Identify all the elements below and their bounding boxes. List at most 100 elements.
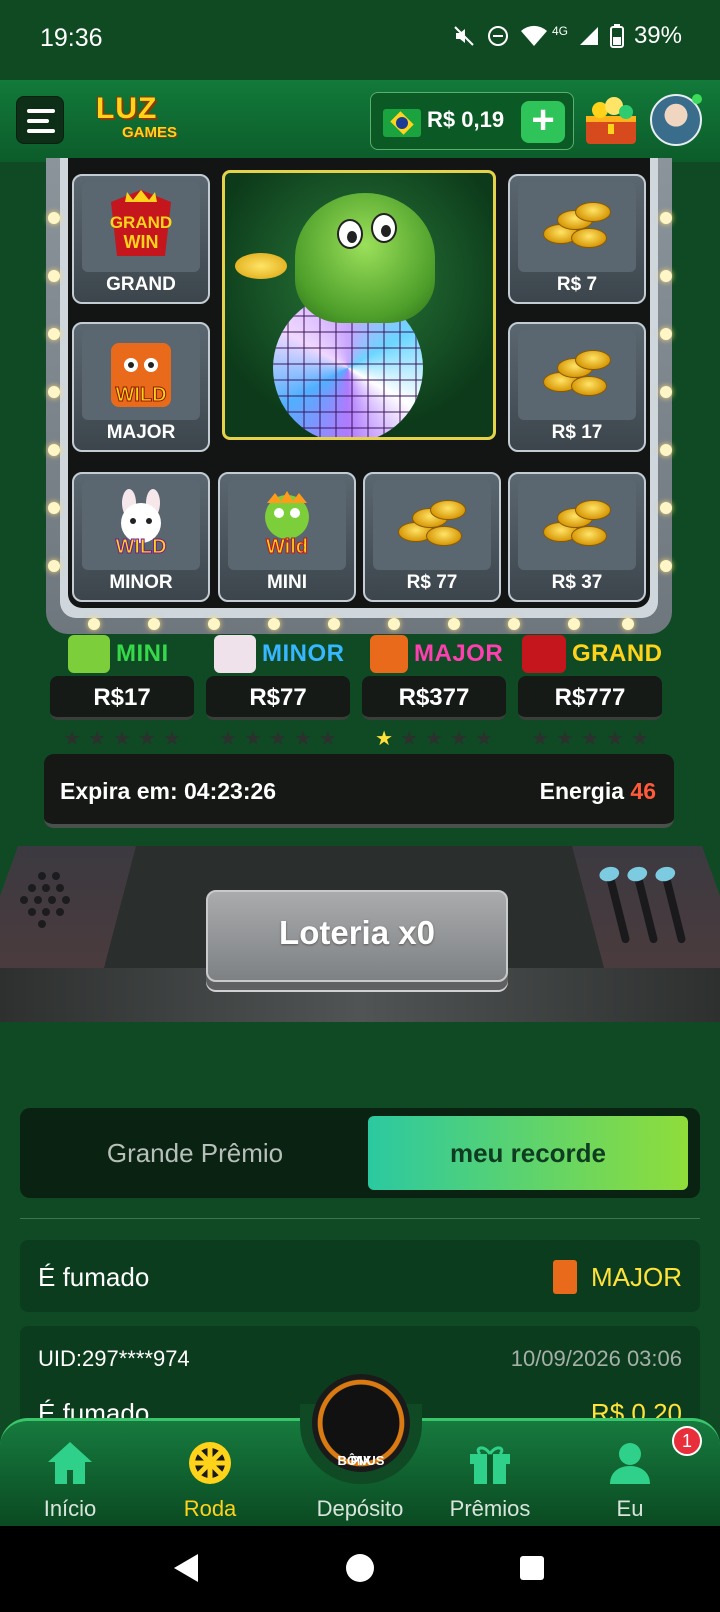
prize-cell-r77: R$ 77 <box>363 472 501 602</box>
svg-text:WIN: WIN <box>124 232 159 252</box>
prize-cell-grand: GRAND WIN GRAND <box>72 174 210 304</box>
menu-button[interactable] <box>16 96 64 144</box>
expire-bar: Expira em: 04:23:26 Energia 46 <box>44 754 674 828</box>
tiger-wild-icon <box>370 635 408 673</box>
grand-win-icon: GRAND WIN <box>82 182 200 272</box>
svg-text:WILD: WILD <box>115 384 166 406</box>
nav-label: Prêmios <box>449 1496 531 1521</box>
jackpot-value-mini: R$17 <box>50 676 194 720</box>
menu-icon <box>27 109 55 113</box>
svg-text:GRAND: GRAND <box>110 213 172 232</box>
prize-label: R$ 77 <box>406 572 458 593</box>
prize-cell-major: WILD MAJOR <box>72 322 210 452</box>
home-button-icon[interactable] <box>346 1554 374 1582</box>
status-icons: 4G 39% <box>452 22 682 50</box>
nav-eu[interactable]: Eu <box>570 1440 690 1524</box>
jackpot-stars-mini: ★ ★ ★ ★ ★ <box>63 728 181 750</box>
nav-deposito[interactable]: Depósito <box>300 1440 420 1524</box>
coins-icon <box>518 182 636 272</box>
avatar[interactable] <box>650 94 702 146</box>
network-type: 4G <box>551 24 568 38</box>
prize-cell-minor: WILD MINOR <box>72 472 210 602</box>
status-bar: 19:36 4G 39% <box>0 0 720 80</box>
jackpot-name: MINI <box>116 640 169 667</box>
wifi-icon <box>520 25 547 46</box>
prize-cell-mini: Wild MINI <box>218 472 356 602</box>
add-funds-button[interactable]: + <box>521 100 565 143</box>
jackpot-stars-grand: ★ ★ ★ ★ ★ <box>531 728 649 750</box>
jackpot-name: MINOR <box>262 640 345 667</box>
balance-box[interactable]: R$ 0,19 + <box>370 92 574 150</box>
system-nav-bar <box>0 1526 720 1612</box>
tab-my-record[interactable]: meu recorde <box>368 1116 688 1190</box>
logo-text-top: LUZ <box>96 92 158 125</box>
coins-icon <box>518 480 636 570</box>
dnd-icon <box>487 26 508 46</box>
rabbit-wild-icon: WILD <box>82 480 200 570</box>
pix-bonus-label: PIX BÔNUS <box>312 1414 410 1467</box>
record-date: 10/09/2026 03:06 <box>510 1346 682 1371</box>
lottery-button[interactable]: Loteria x0 <box>206 890 508 982</box>
prize-label: MINOR <box>109 572 173 593</box>
jackpot-name: MAJOR <box>414 640 504 667</box>
divider <box>20 1218 700 1219</box>
svg-text:Wild: Wild <box>266 536 308 558</box>
svg-text:WILD: WILD <box>115 536 166 558</box>
expire-timer: Expira em: 04:23:26 <box>60 778 277 804</box>
grand-win-icon <box>522 635 566 673</box>
prize-label: R$ 17 <box>551 422 603 443</box>
record-label: É fumado <box>38 1262 150 1292</box>
prize-cell-r17: R$ 17 <box>508 322 646 452</box>
record-tabs: Grande Prêmio meu recorde <box>20 1108 700 1198</box>
home-icon <box>48 1442 92 1484</box>
lottery-button-label: Loteria x0 <box>279 914 435 951</box>
signal-icon <box>579 27 598 45</box>
jackpot-stars-minor: ★ ★ ★ ★ ★ <box>219 728 337 750</box>
nav-inicio[interactable]: Início <box>10 1440 130 1524</box>
prize-label: GRAND <box>106 274 176 295</box>
record-prize-text: MAJOR <box>591 1261 682 1292</box>
nav-premios[interactable]: Prêmios <box>430 1440 550 1524</box>
balance-value: R$ 0,19 <box>427 107 505 132</box>
menu-icon-line <box>27 119 49 123</box>
nav-label: Depósito <box>316 1496 404 1521</box>
gold-ingot <box>235 253 287 279</box>
tiger-wild-icon <box>553 1260 577 1294</box>
record-uid: UID:297****974 <box>38 1346 190 1371</box>
prize-cell-r37: R$ 37 <box>508 472 646 602</box>
dragon-wild-icon: Wild <box>228 480 346 570</box>
nav-label: Eu <box>616 1496 644 1521</box>
battery-percent: 39% <box>633 22 682 49</box>
energy-value: 46 <box>630 778 656 804</box>
status-time: 19:36 <box>40 24 103 52</box>
nav-label: Roda <box>183 1496 237 1521</box>
jackpot-value-minor: R$77 <box>206 676 350 720</box>
jackpot-value-major: R$377 <box>362 676 506 720</box>
battery-icon <box>609 24 624 48</box>
logo-text-bottom: GAMES <box>122 124 178 141</box>
jackpot-major-header: MAJOR <box>370 634 503 674</box>
tab-grand-prize[interactable]: Grande Prêmio <box>40 1108 350 1198</box>
energy-label: Energia <box>539 778 625 804</box>
app-logo[interactable]: LUZ GAMES <box>92 90 204 148</box>
app-header: LUZ GAMES R$ 0,19 + <box>0 80 720 162</box>
treasure-chest-icon[interactable] <box>582 92 640 148</box>
prize-label: MAJOR <box>106 422 176 443</box>
back-icon[interactable] <box>174 1554 198 1582</box>
recents-icon[interactable] <box>520 1556 544 1580</box>
dragon-head <box>295 193 435 323</box>
jackpot-mini-header: MINI <box>68 634 169 674</box>
jackpot-name: GRAND <box>572 640 663 667</box>
jackpot-minor-header: MINOR <box>214 634 345 674</box>
dragon-disco-icon <box>222 170 496 440</box>
prize-label: R$ 7 <box>556 274 598 295</box>
dragon-wild-icon <box>68 635 110 673</box>
gift-icon <box>470 1446 510 1484</box>
speaker-icon <box>18 872 74 932</box>
nav-roda[interactable]: Roda <box>150 1440 270 1524</box>
notification-badge: 1 <box>672 1426 702 1456</box>
jackpot-stars-major: ★ ★ ★ ★ ★ <box>375 728 493 750</box>
coins-icon <box>518 330 636 420</box>
prize-label: MINI <box>266 572 308 593</box>
menu-icon-line <box>27 129 55 133</box>
